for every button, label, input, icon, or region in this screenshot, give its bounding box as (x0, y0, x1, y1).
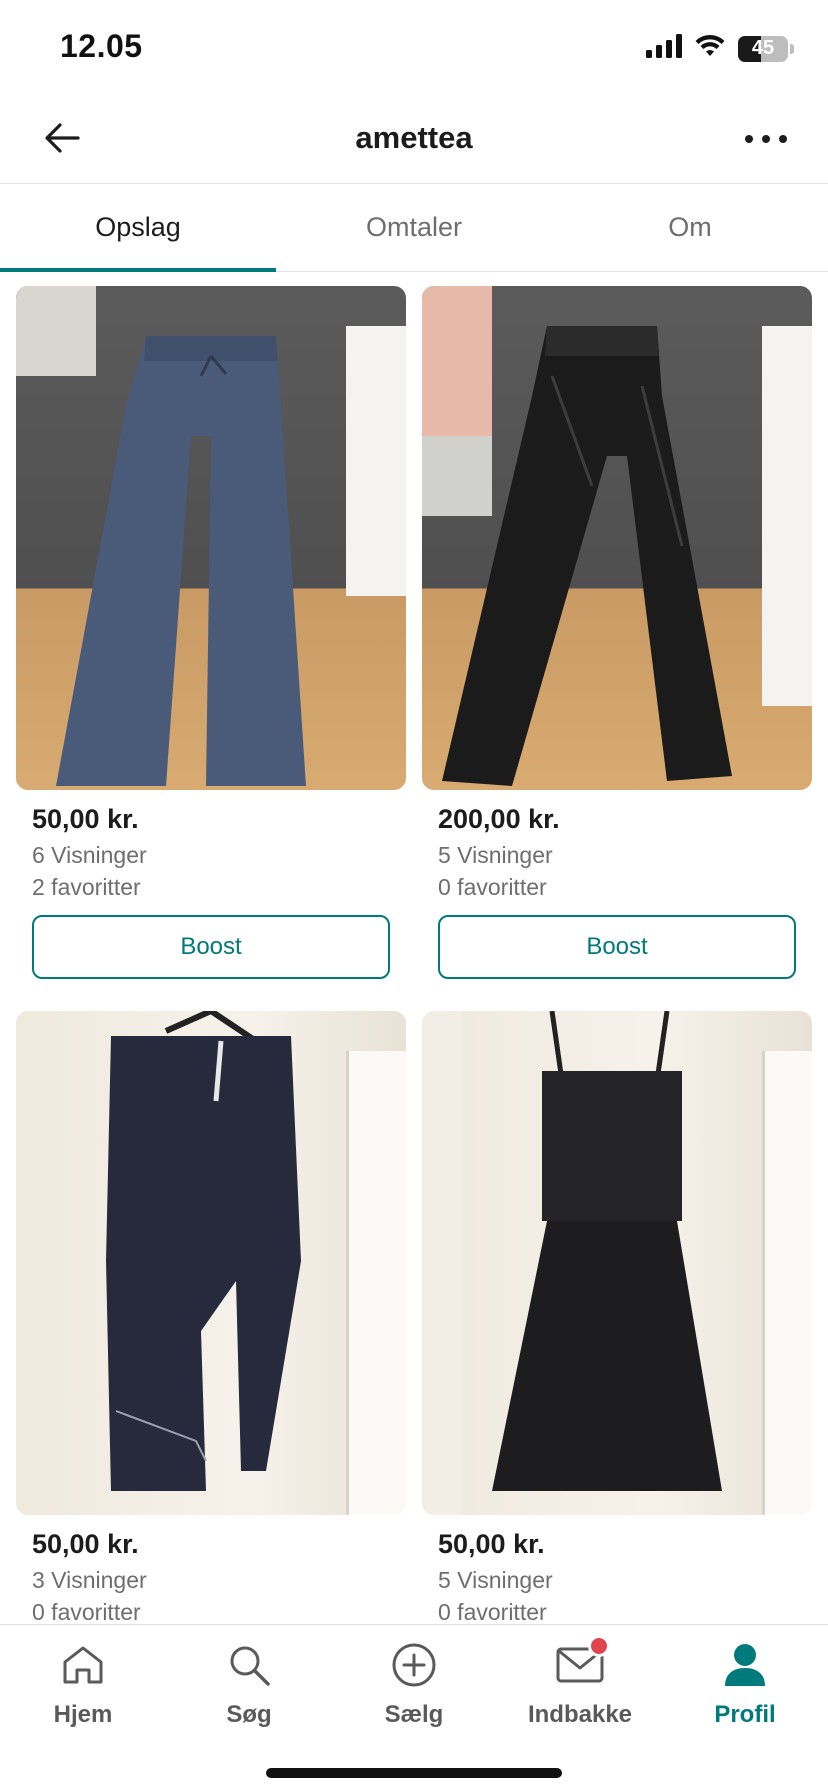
home-icon (55, 1637, 111, 1693)
nav-home[interactable]: Hjem (0, 1637, 166, 1729)
battery-level: 45 (751, 37, 775, 59)
listing-favorites: 0 favoritter (438, 874, 547, 900)
listing-favorites: 0 favoritter (32, 1599, 141, 1625)
search-icon (221, 1637, 277, 1693)
listing-card[interactable]: 50,00 kr. 6 Visninger 2 favoritter Boost (16, 286, 406, 979)
profile-icon (717, 1637, 773, 1693)
battery-icon: 45 (738, 35, 788, 62)
profile-header: amettea (0, 96, 828, 184)
listing-card[interactable]: 50,00 kr. 3 Visninger 0 favoritter (16, 1011, 406, 1624)
profile-tabs: Opslag Omtaler Om (0, 184, 828, 272)
listing-favorites: 2 favoritter (32, 874, 141, 900)
tab-omtaler[interactable]: Omtaler (276, 184, 552, 271)
listing-price: 50,00 kr. (438, 1529, 545, 1559)
listing-favorites: 0 favoritter (438, 1599, 547, 1625)
signal-icon (646, 34, 682, 63)
boost-button[interactable]: Boost (32, 915, 390, 979)
mail-icon (552, 1635, 610, 1693)
nav-search[interactable]: Søg (166, 1637, 332, 1729)
more-button[interactable] (740, 118, 792, 162)
bottom-navigation: Hjem Søg Sælg Indbakke Profil (0, 1624, 828, 1792)
nav-sell[interactable]: Sælg (331, 1637, 497, 1729)
nav-label: Indbakke (527, 1701, 633, 1728)
listing-views: 5 Visninger (438, 842, 553, 868)
status-bar: 12.05 45 (0, 0, 828, 96)
nav-label: Søg (226, 1701, 272, 1728)
listing-price: 50,00 kr. (32, 1529, 139, 1559)
notification-badge (588, 1635, 610, 1657)
page-title: amettea (355, 120, 473, 155)
more-horizontal-icon (744, 131, 788, 149)
home-indicator (266, 1768, 562, 1778)
listing-photo[interactable] (16, 286, 406, 790)
listing-views: 5 Visninger (438, 1567, 553, 1593)
tab-opslag[interactable]: Opslag (0, 184, 276, 272)
nav-profile[interactable]: Profil (662, 1637, 828, 1729)
listing-price: 50,00 kr. (32, 804, 139, 834)
nav-inbox[interactable]: Indbakke (497, 1635, 663, 1729)
status-icons: 45 (646, 34, 794, 63)
listing-views: 3 Visninger (32, 1567, 147, 1593)
nav-label: Hjem (53, 1701, 113, 1728)
listing-photo[interactable] (16, 1011, 406, 1515)
listing-card[interactable]: 200,00 kr. 5 Visninger 0 favoritter Boos… (422, 286, 812, 979)
listing-card[interactable]: 50,00 kr. 5 Visninger 0 favoritter (422, 1011, 812, 1624)
listing-photo[interactable] (422, 286, 812, 790)
listing-photo[interactable] (422, 1011, 812, 1515)
status-time: 12.05 (60, 28, 143, 64)
wifi-icon (694, 34, 726, 63)
nav-label: Profil (714, 1701, 776, 1728)
listing-price: 200,00 kr. (438, 804, 560, 834)
tab-om[interactable]: Om (552, 184, 828, 271)
plus-circle-icon (386, 1637, 442, 1693)
boost-button[interactable]: Boost (438, 915, 796, 979)
listing-views: 6 Visninger (32, 842, 147, 868)
nav-label: Sælg (384, 1701, 444, 1728)
